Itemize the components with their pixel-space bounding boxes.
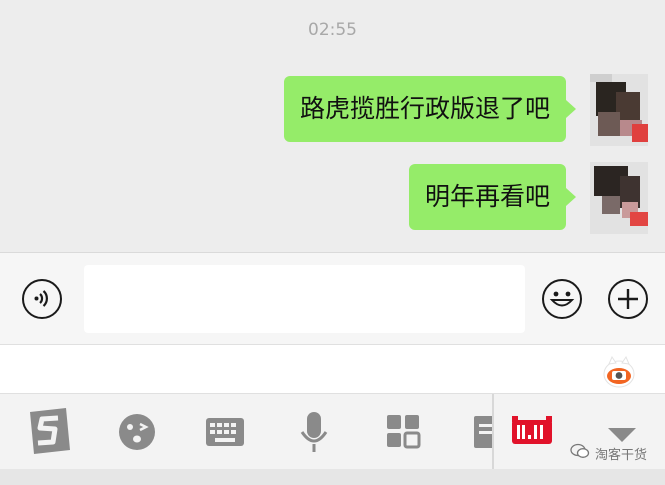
- plus-icon[interactable]: [608, 279, 648, 319]
- keyboard-candidate-bar: [0, 344, 665, 394]
- tmall-11-11-icon[interactable]: [510, 394, 554, 470]
- sent-message-bubble[interactable]: 路虎揽胜行政版退了吧: [283, 76, 577, 142]
- message-input[interactable]: [84, 265, 525, 333]
- avatar[interactable]: [590, 162, 648, 234]
- watermark-text: 淘客干货: [594, 447, 647, 463]
- avatar[interactable]: [590, 74, 648, 146]
- message-input-bar: [0, 252, 665, 345]
- wechat-logo-icon: [570, 443, 590, 463]
- sogou-mascot-icon[interactable]: [602, 354, 636, 388]
- bottom-strip: [0, 469, 665, 485]
- keyboard-icon[interactable]: [203, 394, 247, 470]
- chat-message-row: 路虎揽胜行政版退了吧: [0, 74, 665, 146]
- app-grid-icon[interactable]: [383, 394, 423, 470]
- chat-area: 02:55 路虎揽胜行政版退了吧 明年再看吧: [0, 0, 665, 252]
- sogou-logo-icon[interactable]: [24, 394, 74, 470]
- emoji-icon[interactable]: [542, 279, 582, 319]
- wink-emoji-icon[interactable]: [115, 394, 159, 470]
- chat-message-row: 明年再看吧: [0, 162, 665, 234]
- watermark: 淘客干货: [570, 443, 647, 463]
- voice-toggle-icon[interactable]: [22, 279, 62, 319]
- microphone-icon[interactable]: [296, 394, 332, 470]
- message-timestamp: 02:55: [308, 20, 357, 40]
- clipboard-icon[interactable]: [470, 394, 492, 470]
- keyboard-toolbar: [0, 393, 665, 470]
- toolbar-divider: [492, 394, 494, 470]
- sent-message-bubble[interactable]: 明年再看吧: [408, 164, 577, 230]
